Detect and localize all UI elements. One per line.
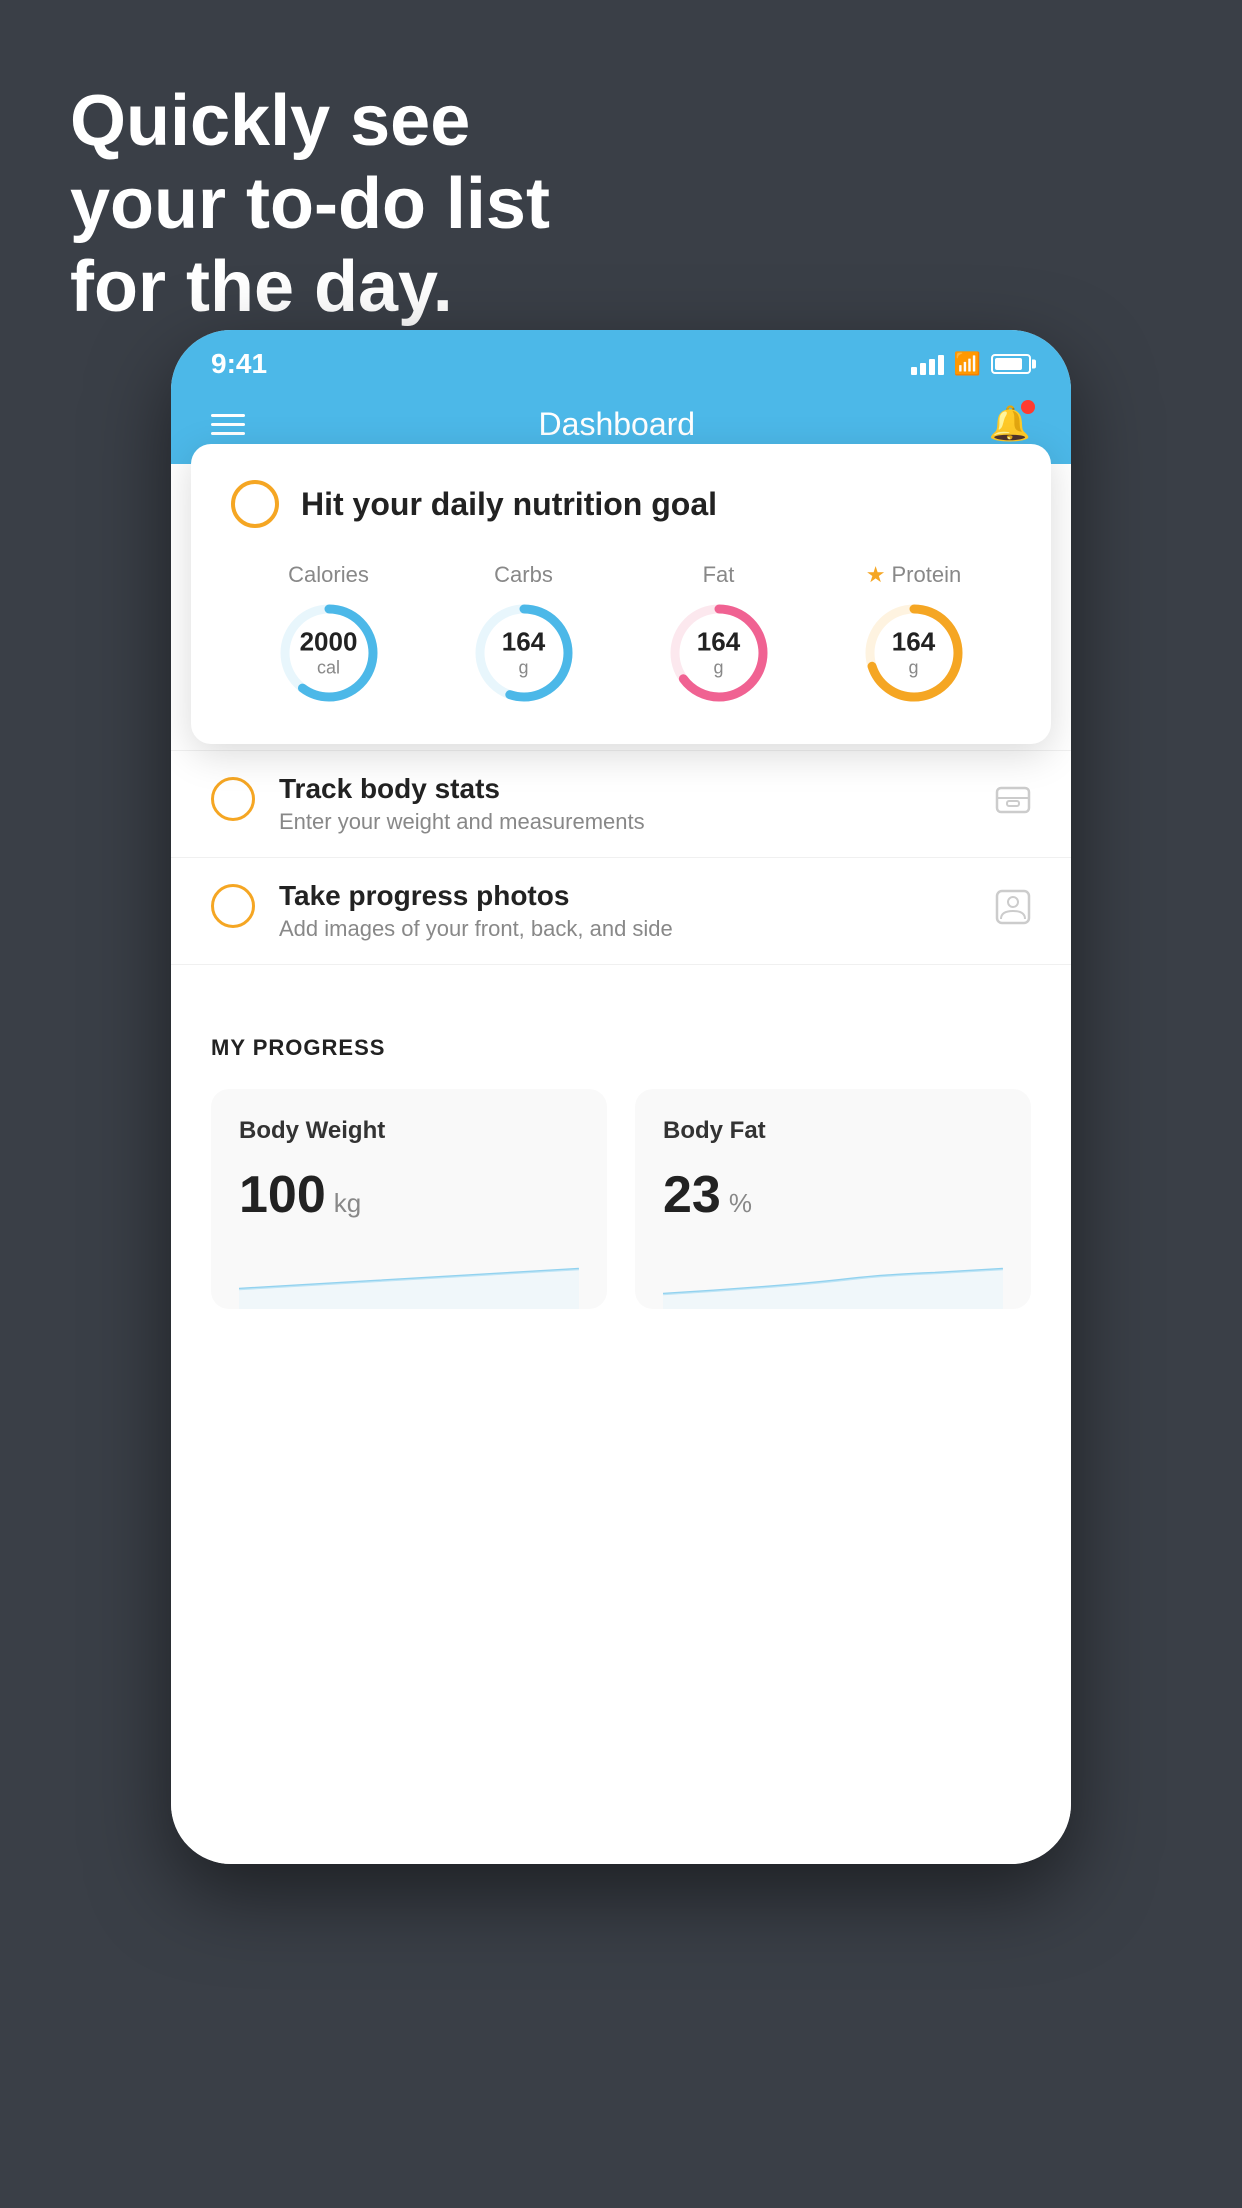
progress-cards: Body Weight 100 kg Body Fat	[211, 1089, 1031, 1309]
body-weight-value-row: 100 kg	[239, 1165, 579, 1225]
fat-label: Fat	[703, 562, 735, 588]
todo-item-body-stats[interactable]: Track body stats Enter your weight and m…	[171, 751, 1071, 858]
hero-text: Quickly see your to-do list for the day.	[70, 80, 550, 328]
calories-value: 2000 cal	[300, 627, 358, 680]
photos-text: Take progress photos Add images of your …	[279, 880, 971, 942]
hero-line3: for the day.	[70, 246, 550, 329]
body-fat-sparkline	[663, 1249, 1003, 1309]
card-title-row: Hit your daily nutrition goal	[231, 480, 1011, 528]
nutrition-card: Hit your daily nutrition goal Calories 2	[191, 444, 1051, 744]
body-fat-title: Body Fat	[663, 1117, 1003, 1145]
body-weight-title: Body Weight	[239, 1117, 579, 1145]
phone-screen: 9:41 📶 Dashboard 🔔	[171, 330, 1071, 1864]
nutrition-calories: Calories 2000 cal	[274, 562, 384, 708]
wifi-icon: 📶	[954, 351, 981, 377]
body-weight-unit: kg	[334, 1188, 361, 1219]
nav-title: Dashboard	[539, 406, 696, 443]
protein-label: ★ Protein	[866, 562, 961, 588]
phone-mockup: 9:41 📶 Dashboard 🔔	[171, 330, 1071, 1864]
star-icon: ★	[866, 562, 886, 588]
status-bar: 9:41 📶	[171, 330, 1071, 390]
signal-icon	[911, 353, 944, 375]
photos-subtitle: Add images of your front, back, and side	[279, 916, 971, 942]
body-fat-value: 23	[663, 1165, 721, 1225]
protein-ring: 164 g	[859, 598, 969, 708]
photos-circle	[211, 884, 255, 928]
person-icon	[995, 889, 1031, 933]
body-fat-unit: %	[729, 1188, 752, 1219]
fat-value: 164 g	[697, 627, 740, 680]
nutrition-fat: Fat 164 g	[664, 562, 774, 708]
carbs-label: Carbs	[494, 562, 553, 588]
body-stats-circle	[211, 777, 255, 821]
phone-content: THINGS TO DO TODAY Hit your daily nutrit…	[171, 464, 1071, 1864]
my-progress-section: MY PROGRESS Body Weight 100 kg	[171, 995, 1071, 1339]
body-fat-card[interactable]: Body Fat 23 %	[635, 1089, 1031, 1309]
carbs-ring: 164 g	[469, 598, 579, 708]
nutrition-card-title: Hit your daily nutrition goal	[301, 486, 717, 523]
battery-icon	[991, 354, 1031, 374]
fat-ring: 164 g	[664, 598, 774, 708]
nutrition-carbs: Carbs 164 g	[469, 562, 579, 708]
photos-title: Take progress photos	[279, 880, 971, 912]
calories-label: Calories	[288, 562, 369, 588]
notification-button[interactable]: 🔔	[989, 404, 1031, 444]
body-weight-sparkline	[239, 1249, 579, 1309]
protein-value: 164 g	[892, 627, 935, 680]
body-weight-value: 100	[239, 1165, 326, 1225]
nutrition-check-circle[interactable]	[231, 480, 279, 528]
menu-button[interactable]	[211, 414, 245, 435]
body-stats-text: Track body stats Enter your weight and m…	[279, 773, 971, 835]
nutrition-protein: ★ Protein 164 g	[859, 562, 969, 708]
scale-icon	[995, 782, 1031, 826]
notification-dot	[1021, 400, 1035, 414]
status-time: 9:41	[211, 348, 267, 380]
status-icons: 📶	[911, 351, 1031, 377]
carbs-value: 164 g	[502, 627, 545, 680]
body-fat-value-row: 23 %	[663, 1165, 1003, 1225]
hero-line1: Quickly see	[70, 80, 550, 163]
nutrition-row: Calories 2000 cal	[231, 556, 1011, 708]
calories-ring: 2000 cal	[274, 598, 384, 708]
body-stats-subtitle: Enter your weight and measurements	[279, 809, 971, 835]
progress-header: MY PROGRESS	[211, 1035, 1031, 1061]
body-weight-card[interactable]: Body Weight 100 kg	[211, 1089, 607, 1309]
todo-item-photos[interactable]: Take progress photos Add images of your …	[171, 858, 1071, 965]
hero-line2: your to-do list	[70, 163, 550, 246]
body-stats-title: Track body stats	[279, 773, 971, 805]
